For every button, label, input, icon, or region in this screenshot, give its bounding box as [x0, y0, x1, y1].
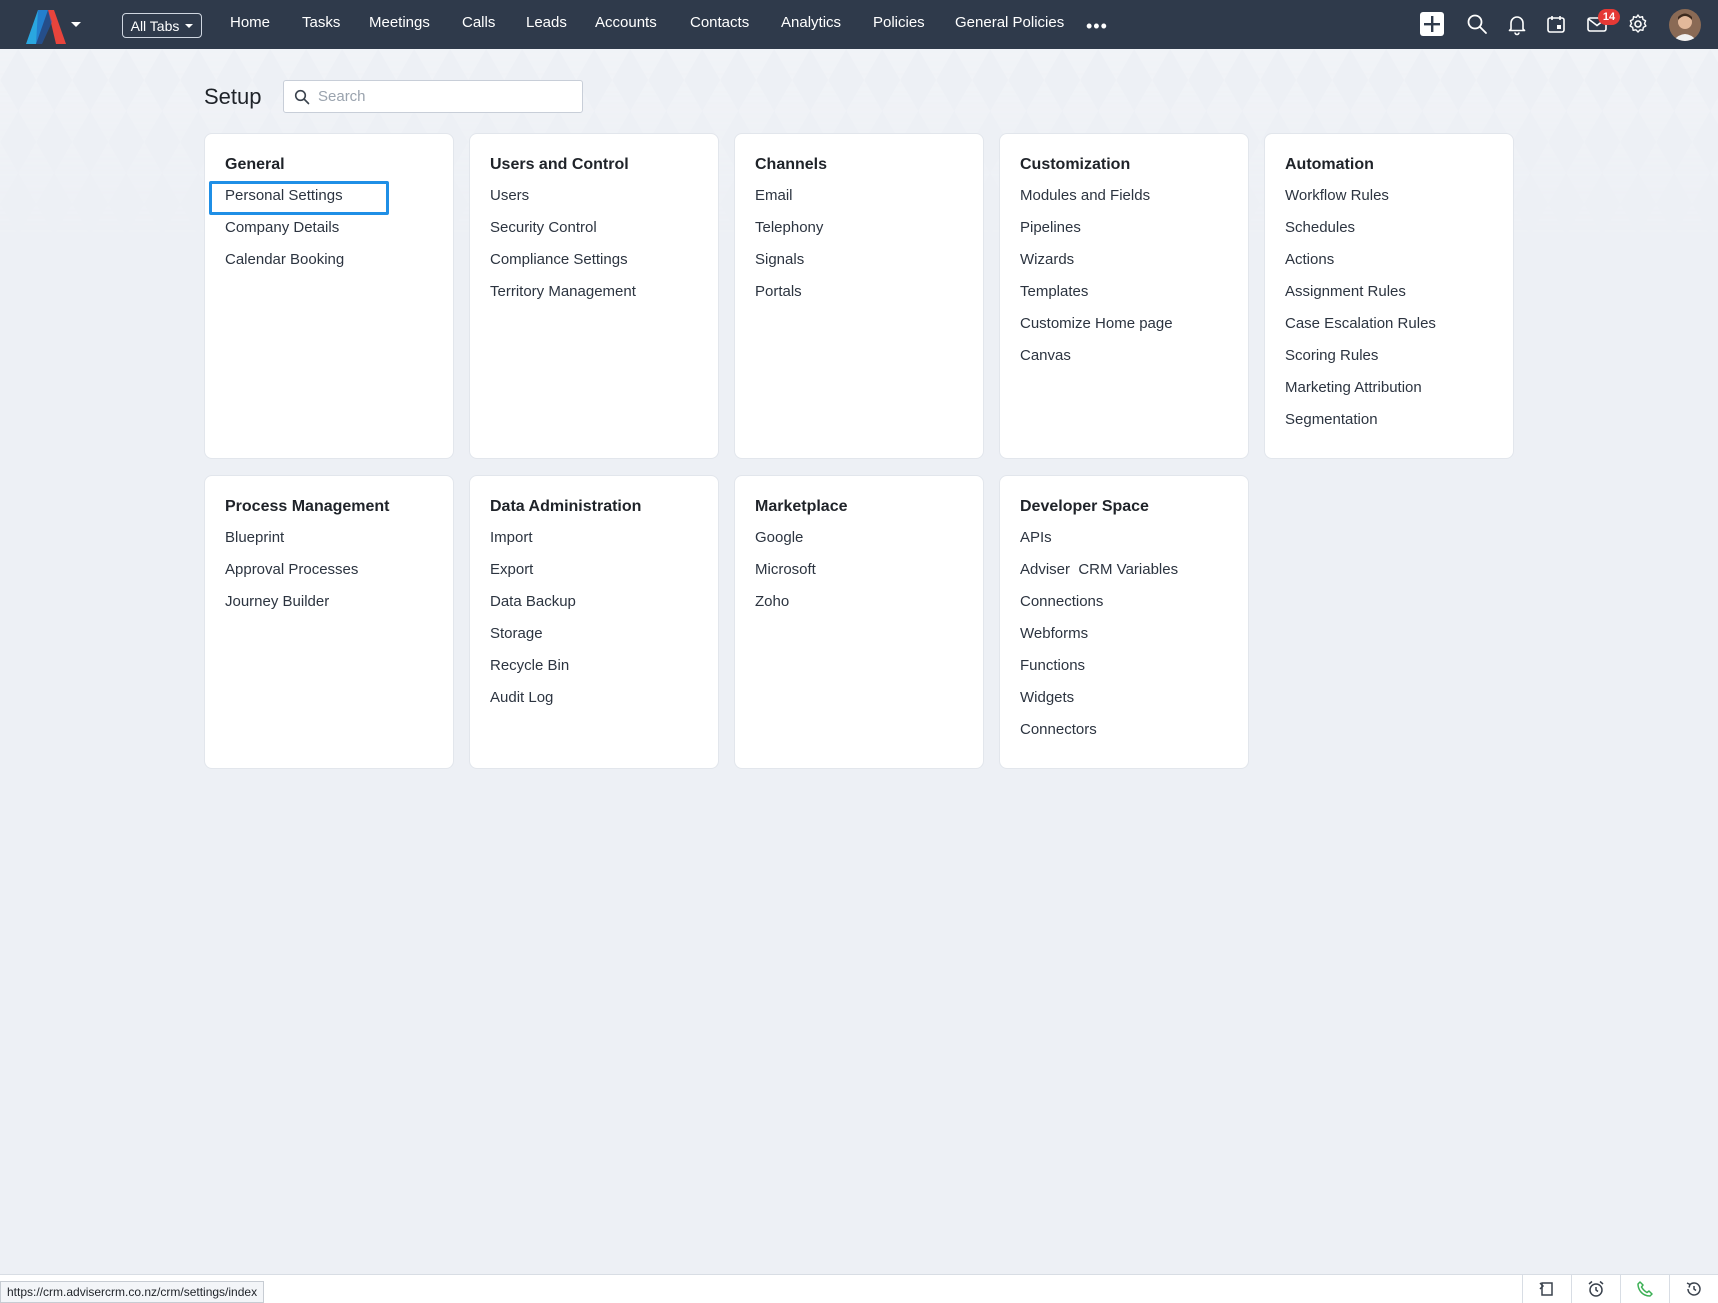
link-audit-log[interactable]: Audit Log: [490, 689, 576, 721]
link-case-escalation-rules[interactable]: Case Escalation Rules: [1285, 315, 1436, 347]
card-marketplace: Marketplace Google Microsoft Zoho: [734, 475, 984, 769]
tab-analytics[interactable]: Analytics: [781, 14, 841, 31]
card-developer-space: Developer Space APIs Adviser CRM Variabl…: [999, 475, 1249, 769]
tab-leads[interactable]: Leads: [526, 14, 567, 31]
recent-items-icon: [1538, 1281, 1553, 1296]
history-button[interactable]: [1669, 1274, 1717, 1303]
card-process-management: Process Management Blueprint Approval Pr…: [204, 475, 454, 769]
tab-contacts[interactable]: Contacts: [690, 14, 749, 31]
link-zoho[interactable]: Zoho: [755, 593, 816, 625]
tab-accounts[interactable]: Accounts: [595, 14, 657, 31]
setup-search-box[interactable]: [283, 80, 583, 113]
link-approval-processes[interactable]: Approval Processes: [225, 561, 358, 593]
link-workflow-rules[interactable]: Workflow Rules: [1285, 187, 1436, 219]
gear-icon[interactable]: [1626, 12, 1650, 36]
link-recycle-bin[interactable]: Recycle Bin: [490, 657, 576, 689]
link-modules-and-fields[interactable]: Modules and Fields: [1020, 187, 1173, 219]
card-title: Customization: [1020, 156, 1131, 173]
link-segmentation[interactable]: Segmentation: [1285, 411, 1436, 443]
bell-icon[interactable]: [1505, 12, 1529, 36]
all-tabs-button[interactable]: All Tabs: [122, 13, 202, 38]
link-journey-builder[interactable]: Journey Builder: [225, 593, 358, 625]
link-storage[interactable]: Storage: [490, 625, 576, 657]
more-tabs-button[interactable]: •••: [1086, 16, 1108, 37]
tab-general-policies[interactable]: General Policies: [955, 14, 1064, 31]
link-telephony[interactable]: Telephony: [755, 219, 823, 251]
search-icon[interactable]: [1465, 12, 1489, 36]
alarm-clock-icon: [1588, 1280, 1603, 1297]
link-google[interactable]: Google: [755, 529, 816, 561]
phone-button[interactable]: [1620, 1274, 1668, 1303]
link-signals[interactable]: Signals: [755, 251, 823, 283]
card-title: General: [225, 156, 285, 173]
user-avatar[interactable]: [1669, 9, 1701, 41]
card-automation: Automation Workflow Rules Schedules Acti…: [1264, 133, 1514, 459]
card-customization: Customization Modules and Fields Pipelin…: [999, 133, 1249, 459]
link-apis[interactable]: APIs: [1020, 529, 1178, 561]
history-icon: [1686, 1281, 1701, 1296]
link-calendar-booking[interactable]: Calendar Booking: [225, 251, 344, 283]
card-title: Automation: [1285, 156, 1374, 173]
link-scoring-rules[interactable]: Scoring Rules: [1285, 347, 1436, 379]
mail-badge: 14: [1598, 9, 1620, 25]
card-title: Channels: [755, 156, 828, 173]
link-data-backup[interactable]: Data Backup: [490, 593, 576, 625]
link-templates[interactable]: Templates: [1020, 283, 1173, 315]
app-logo-icon[interactable]: [24, 10, 68, 44]
link-export[interactable]: Export: [490, 561, 576, 593]
link-microsoft[interactable]: Microsoft: [755, 561, 816, 593]
card-users-and-control: Users and Control Users Security Control…: [469, 133, 719, 459]
link-webforms[interactable]: Webforms: [1020, 625, 1178, 657]
link-security-control[interactable]: Security Control: [490, 219, 636, 251]
link-compliance-settings[interactable]: Compliance Settings: [490, 251, 636, 283]
search-icon: [294, 89, 310, 104]
reminders-button[interactable]: [1571, 1274, 1619, 1303]
tab-calls[interactable]: Calls: [462, 14, 495, 31]
all-tabs-label: All Tabs: [130, 17, 180, 34]
link-customize-home-page[interactable]: Customize Home page: [1020, 315, 1173, 347]
link-connectors[interactable]: Connectors: [1020, 721, 1178, 753]
link-functions[interactable]: Functions: [1020, 657, 1178, 689]
page-title: Setup: [204, 84, 262, 109]
link-assignment-rules[interactable]: Assignment Rules: [1285, 283, 1436, 315]
focus-highlight: [209, 181, 389, 215]
card-channels: Channels Email Telephony Signals Portals: [734, 133, 984, 459]
setup-search-input[interactable]: [318, 88, 568, 105]
link-users[interactable]: Users: [490, 187, 636, 219]
card-title: Data Administration: [490, 498, 642, 515]
status-url: https://crm.advisercrm.co.nz/crm/setting…: [0, 1281, 265, 1303]
tab-policies[interactable]: Policies: [873, 14, 925, 31]
calendar-icon[interactable]: [1544, 12, 1568, 36]
link-connections[interactable]: Connections: [1020, 593, 1178, 625]
link-territory-management[interactable]: Territory Management: [490, 283, 636, 315]
link-marketing-attribution[interactable]: Marketing Attribution: [1285, 379, 1436, 411]
card-title: Marketplace: [755, 498, 848, 515]
app-switcher-caret-icon[interactable]: [71, 22, 81, 27]
tab-home[interactable]: Home: [230, 14, 270, 31]
card-general: General Personal Settings Company Detail…: [204, 133, 454, 459]
card-data-administration: Data Administration Import Export Data B…: [469, 475, 719, 769]
link-canvas[interactable]: Canvas: [1020, 347, 1173, 379]
link-pipelines[interactable]: Pipelines: [1020, 219, 1173, 251]
link-schedules[interactable]: Schedules: [1285, 219, 1436, 251]
link-import[interactable]: Import: [490, 529, 576, 561]
plus-icon[interactable]: [1420, 12, 1444, 36]
link-portals[interactable]: Portals: [755, 283, 823, 315]
card-title: Process Management: [225, 498, 390, 515]
link-widgets[interactable]: Widgets: [1020, 689, 1178, 721]
chevron-down-icon: [185, 23, 194, 28]
link-blueprint[interactable]: Blueprint: [225, 529, 358, 561]
link-company-details[interactable]: Company Details: [225, 219, 344, 251]
card-title: Developer Space: [1020, 498, 1149, 515]
top-navigation-bar: All Tabs Home Tasks Meetings Calls Leads…: [0, 0, 1718, 49]
phone-icon: [1636, 1280, 1653, 1297]
link-wizards[interactable]: Wizards: [1020, 251, 1173, 283]
card-title: Users and Control: [490, 156, 629, 173]
tab-meetings[interactable]: Meetings: [369, 14, 430, 31]
tab-tasks[interactable]: Tasks: [302, 14, 340, 31]
recent-items-button[interactable]: [1522, 1274, 1570, 1303]
link-adviser-crm-variables[interactable]: Adviser CRM Variables: [1020, 561, 1178, 593]
link-actions[interactable]: Actions: [1285, 251, 1436, 283]
link-email[interactable]: Email: [755, 187, 823, 219]
